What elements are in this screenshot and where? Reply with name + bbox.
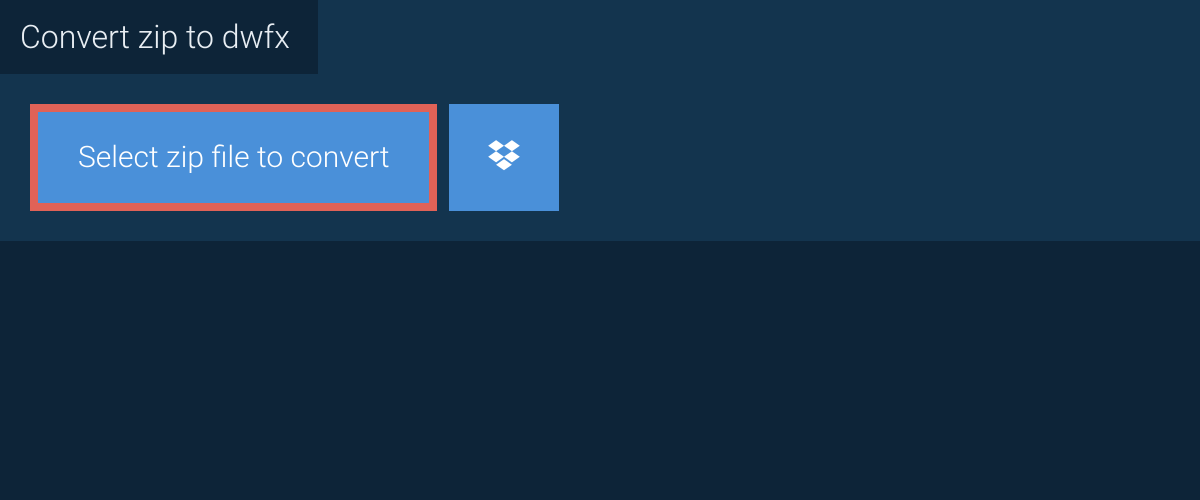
page-title: Convert zip to dwfx: [20, 18, 290, 56]
converter-panel: Convert zip to dwfx Select zip file to c…: [0, 0, 1200, 241]
action-row: Select zip file to convert: [0, 74, 1200, 211]
page-title-tab: Convert zip to dwfx: [0, 0, 318, 74]
select-file-button[interactable]: Select zip file to convert: [30, 104, 437, 211]
dropbox-button[interactable]: [449, 104, 559, 211]
select-file-label: Select zip file to convert: [78, 140, 389, 175]
dropbox-icon: [485, 137, 523, 179]
